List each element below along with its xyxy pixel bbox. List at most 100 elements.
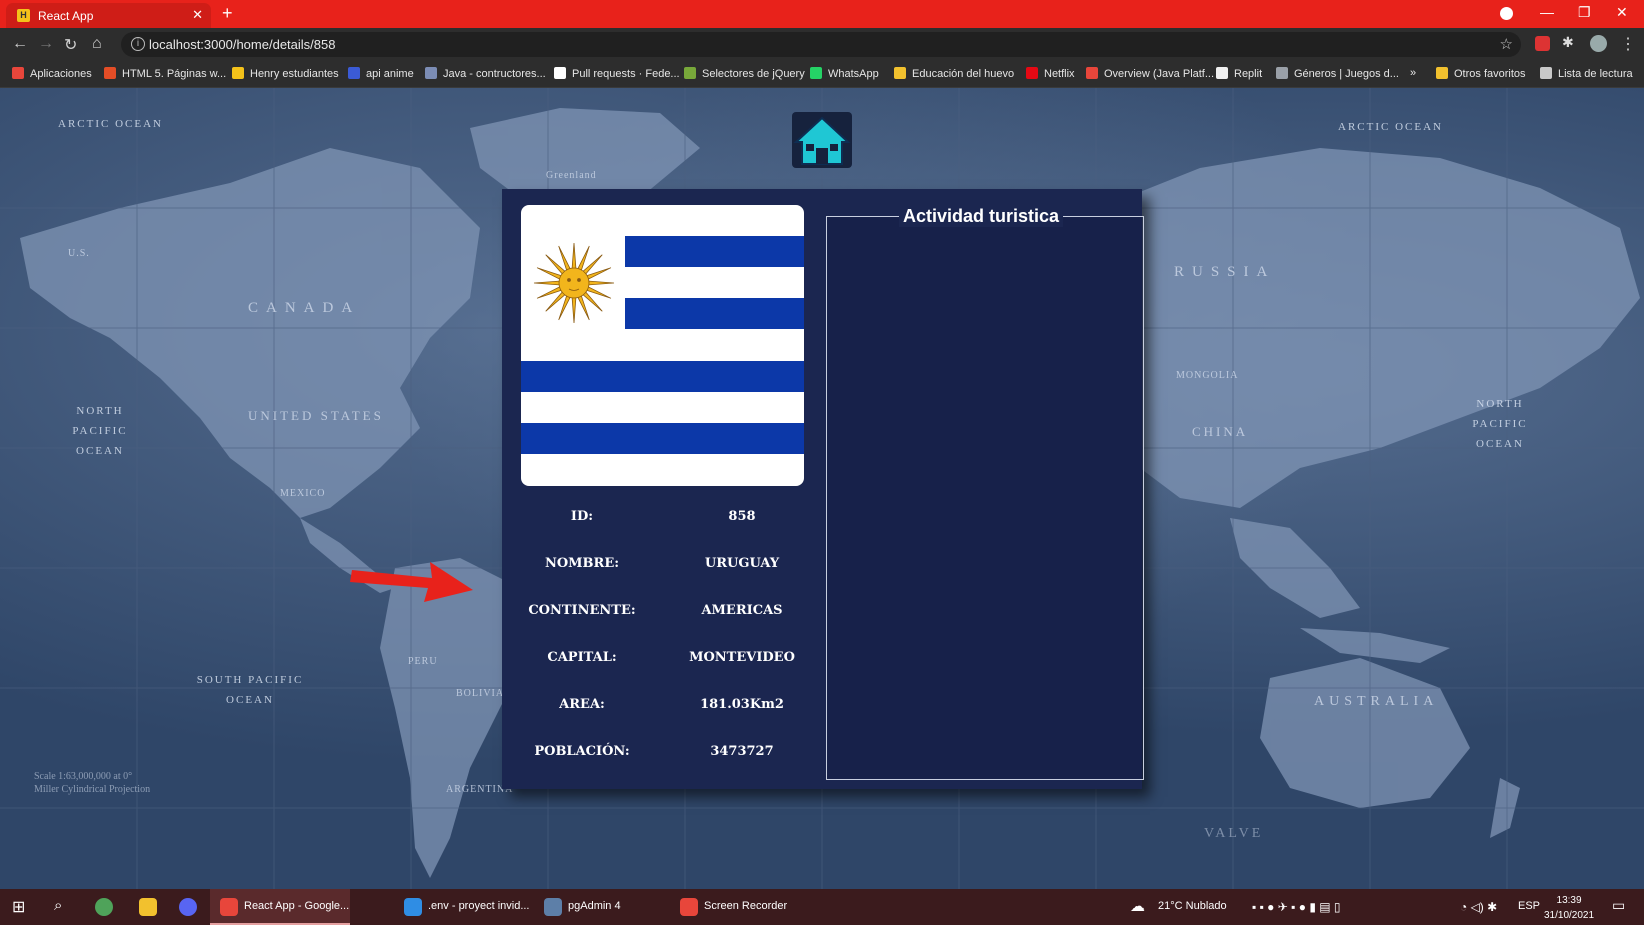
browser-toolbar: ← → ↻ ⌂ i localhost:3000/home/details/85… [0,28,1644,61]
weather-text[interactable]: 21°C Nublado [1158,900,1227,912]
language-indicator[interactable]: ESP [1518,900,1540,912]
clock-date: 31/10/2021 [1544,910,1595,921]
profile-avatar[interactable] [1590,35,1607,52]
cloud-weather-icon[interactable]: ☁ [1130,897,1145,915]
taskbar-app-label: React App - Google... [244,900,350,912]
home-icon[interactable] [792,112,852,168]
bookmark-favicon-icon [684,67,696,79]
bookmark-item[interactable]: HTML 5. Páginas w... [104,67,226,80]
site-info-icon[interactable]: i [131,37,145,51]
flag-stripe [625,236,804,267]
bookmark-favicon-icon [894,67,906,79]
info-row: CAPITAL: MONTEVIDEO [512,650,812,670]
bookmark-item[interactable]: Selectores de jQuery [684,67,805,80]
system-tray-icons[interactable]: ▪ ▪ ● ✈ ▪ ● ▮ ▤ ▯ [1252,900,1341,914]
close-tab-icon[interactable]: ✕ [192,7,203,23]
network-volume-icons[interactable]: ◔ ◁) ✱ [1460,900,1497,914]
info-row: POBLACIÓN: 3473727 [512,744,812,764]
bookmark-label: Lista de lectura [1558,68,1633,80]
bookmark-favicon-icon [1216,67,1228,79]
map-scale-line2: Miller Cylindrical Projection [34,784,151,795]
country-flag-image [521,205,804,486]
file-explorer-icon[interactable] [136,889,160,925]
discord-icon[interactable] [176,889,200,925]
bookmark-star-icon[interactable]: ☆ [1500,35,1513,53]
flag-stripe [521,423,804,454]
info-value: 3473727 [710,744,774,759]
bookmarks-bar: Aplicaciones HTML 5. Páginas w... Henry es… [0,61,1644,88]
map-scale-note: Scale 1:63,000,000 at 0° Miller Cylindri… [34,770,150,796]
browser-tab[interactable]: H React App ✕ [6,3,211,28]
bookmark-label: Pull requests · Fede... [572,68,680,80]
bookmark-item[interactable]: Netflix [1026,67,1075,80]
forward-icon[interactable]: → [38,35,54,53]
notifications-icon[interactable]: ▭ [1612,897,1625,914]
back-icon[interactable]: ← [12,35,28,53]
map-label-us-alaska: U.S. [68,248,90,259]
info-row: ID: 858 [512,509,812,529]
clock[interactable]: 13:39 31/10/2021 [1544,893,1594,923]
restore-icon[interactable]: ❐ [1578,4,1591,21]
react-app-favicon-icon: H [17,9,30,22]
bookmark-item[interactable]: WhatsApp [810,67,879,80]
recording-indicator-icon[interactable] [1500,7,1513,20]
bookmark-item[interactable]: Java - contructores... [425,67,546,80]
bookmark-label: api anime [366,68,414,80]
bookmark-favicon-icon [1086,67,1098,79]
bookmark-item[interactable]: Lista de lectura [1540,67,1633,80]
clock-time: 13:39 [1556,895,1582,906]
bookmark-item[interactable]: » [1410,67,1416,79]
bookmark-item[interactable]: Overview (Java Platf... [1086,67,1214,80]
bookmark-label: Henry estudiantes [250,68,339,80]
window-close-icon[interactable]: ✕ [1616,4,1628,21]
taskbar-app-icon [544,898,562,916]
bookmark-item[interactable]: Educación del huevo [894,67,1014,80]
info-value: 858 [728,509,756,524]
home-browser-icon[interactable]: ⌂ [92,35,102,53]
bookmark-label: Replit [1234,68,1263,80]
windows-start-icon[interactable]: ⊞ [12,897,25,917]
tourist-activity-title: Actividad turistica [899,206,1064,227]
map-label-china: CHINA [1192,424,1249,439]
bookmark-favicon-icon [810,67,822,79]
flag-stripe [625,298,804,329]
taskbar-app-button[interactable]: pgAdmin 4 [534,889,664,925]
bookmark-label: Java - contructores... [443,68,546,80]
taskbar-app-button[interactable]: .env - proyect invid... [394,889,530,925]
chrome-taskbar-icon[interactable] [92,889,116,925]
map-label-mexico: MEXICO [280,488,326,499]
taskbar-app-icon [404,898,422,916]
info-value: URUGUAY [704,556,780,571]
bookmark-item[interactable]: api anime [348,67,414,80]
map-label-arctic-ocean-left: ARCTIC OCEAN [58,118,163,130]
taskbar-app-button[interactable]: React App - Google... [210,889,350,925]
map-label-russia: RUSSIA [1174,264,1276,280]
info-row: AREA: 181.03Km2 [512,697,812,717]
address-bar[interactable]: i localhost:3000/home/details/858 ☆ [121,32,1521,57]
map-label-greenland: Greenland [546,170,597,181]
new-tab-icon[interactable]: + [222,3,233,24]
bookmark-item[interactable]: Géneros | Juegos d... [1276,67,1399,80]
bookmark-item[interactable]: Pull requests · Fede... [554,67,680,80]
map-label-canada: CANADA [248,300,361,316]
taskbar-app-label: pgAdmin 4 [568,900,621,912]
bookmark-favicon-icon [425,67,437,79]
bookmark-item[interactable]: Otros favoritos [1436,67,1526,80]
map-label-pacific: PACIFIC [1472,418,1528,430]
map-label-pacific: PACIFIC [72,425,128,437]
minimize-icon[interactable]: — [1540,4,1554,20]
bookmark-label: HTML 5. Páginas w... [122,68,227,80]
taskbar-app-button[interactable]: Screen Recorder [670,889,800,925]
browser-menu-icon[interactable]: ⋮ [1620,34,1636,54]
country-detail-card: ID: 858 NOMBRE: URUGUAY CONTINENTE: AMERICAS C… [502,189,1144,789]
bookmark-item[interactable]: Aplicaciones [12,67,92,80]
map-label-bolivia: BOLIVIA [456,688,505,699]
reload-icon[interactable]: ↻ [64,35,77,55]
url-text[interactable]: localhost:3000/home/details/858 [149,37,335,52]
bookmark-item[interactable]: Replit [1216,67,1262,80]
search-icon[interactable]: ⌕ [54,897,62,914]
extensions-puzzle-icon[interactable]: ✱ [1562,34,1577,50]
info-label: CONTINENTE: [528,603,636,618]
bookmark-item[interactable]: Henry estudiantes [232,67,339,80]
extension-icon[interactable] [1535,36,1550,51]
